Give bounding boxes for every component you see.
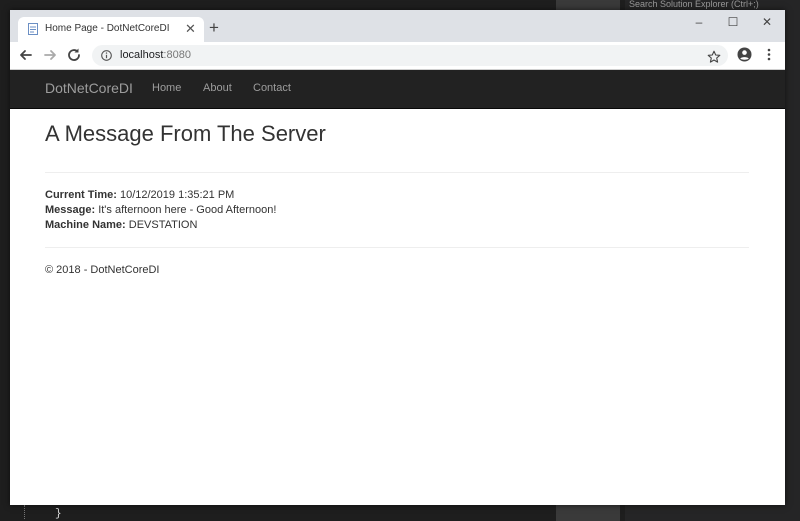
- site-navbar: DotNetCoreDI Home About Contact: [10, 70, 785, 109]
- current-time-label: Current Time:: [45, 189, 117, 201]
- tab-title: Home Page - DotNetCoreDI: [45, 23, 170, 34]
- message-line: Message: It's afternoon here - Good Afte…: [45, 204, 276, 216]
- browser-titlebar: Home Page - DotNetCoreDI ✕ + – ☐ ✕: [10, 10, 785, 42]
- current-time-value: 10/12/2019 1:35:21 PM: [116, 189, 235, 201]
- page-title: A Message From The Server: [45, 121, 326, 146]
- code-line: }: [55, 508, 62, 520]
- url-port: :8080: [163, 49, 191, 61]
- browser-toolbar: localhost:8080: [10, 42, 785, 70]
- menu-icon[interactable]: [764, 47, 774, 62]
- nav-link-home[interactable]: Home: [152, 82, 181, 94]
- nav-link-about[interactable]: About: [203, 82, 232, 94]
- new-tab-icon[interactable]: +: [205, 19, 223, 37]
- footer-divider: [45, 247, 749, 248]
- browser-window: Home Page - DotNetCoreDI ✕ + – ☐ ✕ local…: [10, 10, 785, 505]
- account-icon[interactable]: [737, 47, 752, 62]
- browser-tab[interactable]: Home Page - DotNetCoreDI ✕: [18, 17, 204, 42]
- url-text: localhost:8080: [120, 49, 191, 61]
- bookmark-star-icon[interactable]: [707, 50, 721, 64]
- close-tab-icon[interactable]: ✕: [185, 20, 196, 38]
- brand-link[interactable]: DotNetCoreDI: [45, 80, 133, 96]
- close-window-icon[interactable]: ✕: [757, 14, 777, 30]
- back-arrow-icon[interactable]: [17, 46, 35, 64]
- page-viewport: DotNetCoreDI Home About Contact A Messag…: [10, 70, 785, 505]
- divider: [45, 172, 749, 173]
- page-icon: [28, 23, 38, 35]
- machine-name-value: DEVSTATION: [125, 219, 198, 231]
- code-gutter-mark: [24, 505, 33, 519]
- address-bar[interactable]: localhost:8080: [92, 45, 728, 66]
- message-value: It's afternoon here - Good Afternoon!: [95, 204, 277, 216]
- url-host: localhost: [120, 49, 164, 61]
- footer-text: © 2018 - DotNetCoreDI: [45, 264, 160, 276]
- reload-icon[interactable]: [65, 46, 83, 64]
- machine-name-line: Machine Name: DEVSTATION: [45, 219, 197, 231]
- info-icon[interactable]: [101, 50, 112, 61]
- message-label: Message:: [45, 204, 96, 216]
- minimize-icon[interactable]: –: [689, 14, 709, 30]
- current-time-line: Current Time: 10/12/2019 1:35:21 PM: [45, 189, 234, 201]
- nav-link-contact[interactable]: Contact: [253, 82, 291, 94]
- forward-arrow-icon[interactable]: [41, 46, 59, 64]
- solution-explorer-search[interactable]: Search Solution Explorer (Ctrl+;): [629, 0, 759, 9]
- maximize-icon[interactable]: ☐: [723, 14, 743, 30]
- machine-name-label: Machine Name:: [45, 219, 126, 231]
